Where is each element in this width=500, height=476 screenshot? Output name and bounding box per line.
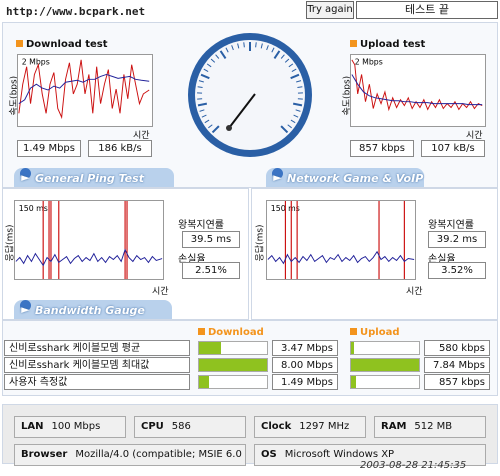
ram-key: RAM bbox=[381, 421, 407, 432]
upload-series-blue bbox=[351, 74, 483, 106]
dial-tick bbox=[243, 42, 245, 48]
orange-square-icon bbox=[16, 40, 23, 47]
gauge-upload-fill bbox=[351, 376, 356, 388]
ping-left-loss-marks bbox=[42, 201, 128, 279]
gauge-upload-header: Upload bbox=[350, 327, 399, 338]
gauge-upload-fill bbox=[351, 342, 355, 354]
browser-info: Browser Mozilla/4.0 (compatible; MSIE 6.0 bbox=[14, 444, 246, 466]
cpu-value: 586 bbox=[171, 421, 191, 432]
gauge-upload-value: 580 kbps bbox=[424, 340, 490, 356]
download-kbs-value: 186 kB/s bbox=[88, 140, 152, 157]
upload-title: Upload test bbox=[350, 39, 425, 50]
clock-value: 1297 MHz bbox=[299, 421, 350, 432]
gauge-download-value: 3.47 Mbps bbox=[272, 340, 338, 356]
clock-key: Clock bbox=[261, 421, 292, 432]
upload-kbs-value: 107 kB/s bbox=[421, 140, 485, 157]
gauge-upload-bar bbox=[350, 358, 420, 372]
download-scale: 2 Mbps bbox=[22, 58, 50, 67]
gauge-download-header: Download bbox=[198, 327, 264, 338]
ping-right-rtt-label: 왕복지연률 bbox=[428, 220, 474, 231]
cpu-key: CPU bbox=[141, 421, 164, 432]
ping-right-rtt-value: 39.2 ms bbox=[428, 231, 486, 248]
game-section-header: ►Network Game & VoIP Test bbox=[266, 168, 424, 204]
browser-key: Browser bbox=[21, 449, 68, 460]
lan-value: 100 Mbps bbox=[51, 421, 101, 432]
timestamp: 2003-08-28 21:45:35 bbox=[360, 460, 467, 471]
gauge-upload-fill bbox=[351, 359, 419, 371]
gauge-upload-bar bbox=[350, 375, 420, 389]
download-series-red bbox=[18, 59, 150, 120]
ping-right-yaxis-label: 응답(ms) bbox=[255, 224, 266, 262]
end-test-button[interactable]: 테스트 끝 bbox=[356, 1, 498, 19]
gauge-download-fill bbox=[199, 376, 209, 388]
dial-tick bbox=[255, 42, 257, 48]
gauge-upload-value: 7.84 Mbps bbox=[424, 357, 490, 373]
gauge-upload-label: Upload bbox=[360, 327, 400, 338]
gauge-download-bar bbox=[198, 375, 268, 389]
dial-face bbox=[195, 40, 305, 150]
ping-left-rtt-label: 왕복지연률 bbox=[178, 220, 224, 231]
ping-right-series bbox=[267, 250, 415, 265]
lan-info: LAN 100 Mbps bbox=[14, 416, 126, 438]
ping-left-loss-value: 2.51% bbox=[182, 262, 240, 279]
gauge-row-label: 신비로sshark 케이블모뎀 평균 bbox=[4, 340, 190, 356]
gauge-download-fill bbox=[199, 359, 267, 371]
orange-square-icon bbox=[198, 328, 205, 335]
upload-title-text: Upload test bbox=[360, 39, 426, 50]
ping-right-loss-value: 3.52% bbox=[428, 262, 486, 279]
bandwidth-section-header: ► Bandwidth Gauge bbox=[14, 300, 172, 319]
bandwidth-section-title: Bandwidth Gauge bbox=[35, 304, 145, 317]
os-value: Microsoft Windows XP bbox=[284, 449, 395, 460]
upload-graph: 2 Mbps bbox=[350, 54, 486, 127]
gauge-download-value: 1.49 Mbps bbox=[272, 374, 338, 390]
ping-left-xaxis-label: 시간 bbox=[152, 287, 169, 297]
ping-section-title: General Ping Test bbox=[35, 172, 144, 185]
browser-value: Mozilla/4.0 (compatible; MSIE 6.0 bbox=[75, 449, 242, 460]
arrow-icon: ► bbox=[272, 168, 283, 184]
cpu-info: CPU 586 bbox=[134, 416, 246, 438]
orange-square-icon bbox=[350, 40, 357, 47]
try-again-button[interactable]: Try again bbox=[306, 1, 354, 19]
arrow-icon: ► bbox=[20, 168, 31, 184]
gauge-row-label: 신비로sshark 케이블모뎀 최대값 bbox=[4, 357, 190, 373]
gauge-download-fill bbox=[199, 342, 222, 354]
ping-left-series bbox=[15, 248, 163, 267]
arrow-icon: ► bbox=[20, 300, 31, 316]
ping-left-rtt-value: 39.5 ms bbox=[182, 231, 240, 248]
gauge-upload-value: 857 kbps bbox=[424, 374, 490, 390]
upload-series-red bbox=[351, 59, 483, 112]
gauge-download-label: Download bbox=[208, 327, 264, 338]
gauge-row-label: 사용자 측정값 bbox=[4, 374, 190, 390]
os-key: OS bbox=[261, 449, 277, 460]
orange-square-icon bbox=[350, 328, 357, 335]
gauge-upload-bar bbox=[350, 341, 420, 355]
ram-value: 512 MB bbox=[414, 421, 453, 432]
ping-section-header: ► General Ping Test bbox=[14, 168, 174, 187]
ping-right-xaxis-label: 시간 bbox=[406, 287, 423, 297]
ping-right-graph: 150 ms bbox=[266, 200, 416, 280]
upload-kbps-value: 857 kbps bbox=[350, 140, 414, 157]
ram-info: RAM 512 MB bbox=[374, 416, 486, 438]
site-url: http://www.bcpark.net bbox=[6, 5, 146, 18]
gauge-download-bar bbox=[198, 341, 268, 355]
gauge-download-bar bbox=[198, 358, 268, 372]
dial-hub bbox=[226, 125, 232, 131]
ping-left-graph: 150 ms bbox=[14, 200, 164, 280]
upload-scale: 2 Mbps bbox=[355, 58, 383, 67]
download-graph: 2 Mbps bbox=[17, 54, 153, 127]
ping-right-loss-marks bbox=[284, 201, 405, 279]
speed-dial bbox=[188, 33, 312, 157]
download-title: Download test bbox=[16, 39, 108, 50]
clock-info: Clock 1297 MHz bbox=[254, 416, 366, 438]
lan-key: LAN bbox=[21, 421, 44, 432]
download-title-text: Download test bbox=[26, 39, 108, 50]
download-mbps-value: 1.49 Mbps bbox=[17, 140, 81, 157]
gauge-download-value: 8.00 Mbps bbox=[272, 357, 338, 373]
